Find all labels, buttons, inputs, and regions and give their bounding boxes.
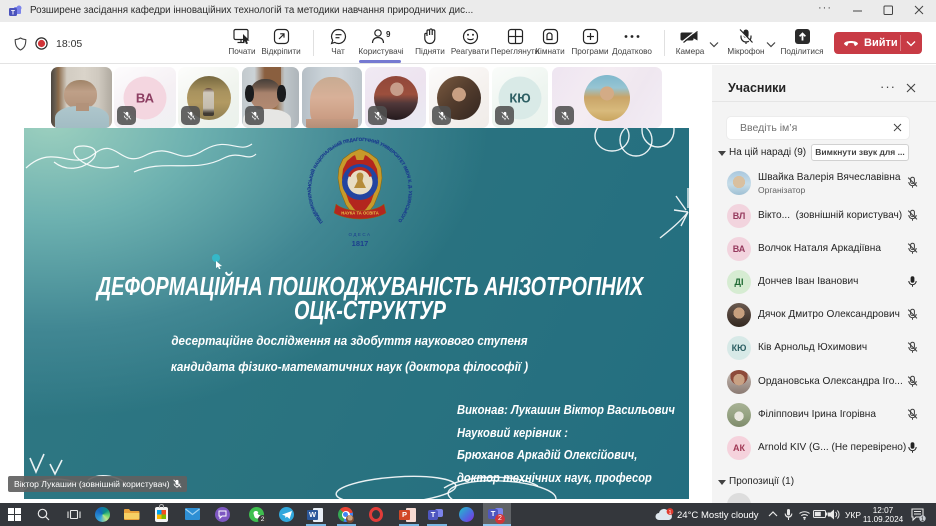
svg-text:1817: 1817 (352, 239, 369, 248)
svg-text:ОДЕСА: ОДЕСА (348, 232, 371, 237)
svg-text:ПІВДЕННОУКРАЇНСЬКИЙ НАЦІОНАЛЬН: ПІВДЕННОУКРАЇНСЬКИЙ НАЦІОНАЛЬНИЙ ПЕДАГОГ… (306, 137, 413, 225)
svg-text:T: T (11, 9, 15, 16)
svg-text:НАУКА ТА ОСВІТА: НАУКА ТА ОСВІТА (341, 211, 379, 216)
svg-text:1: 1 (669, 510, 672, 516)
svg-text:9: 9 (386, 30, 391, 39)
